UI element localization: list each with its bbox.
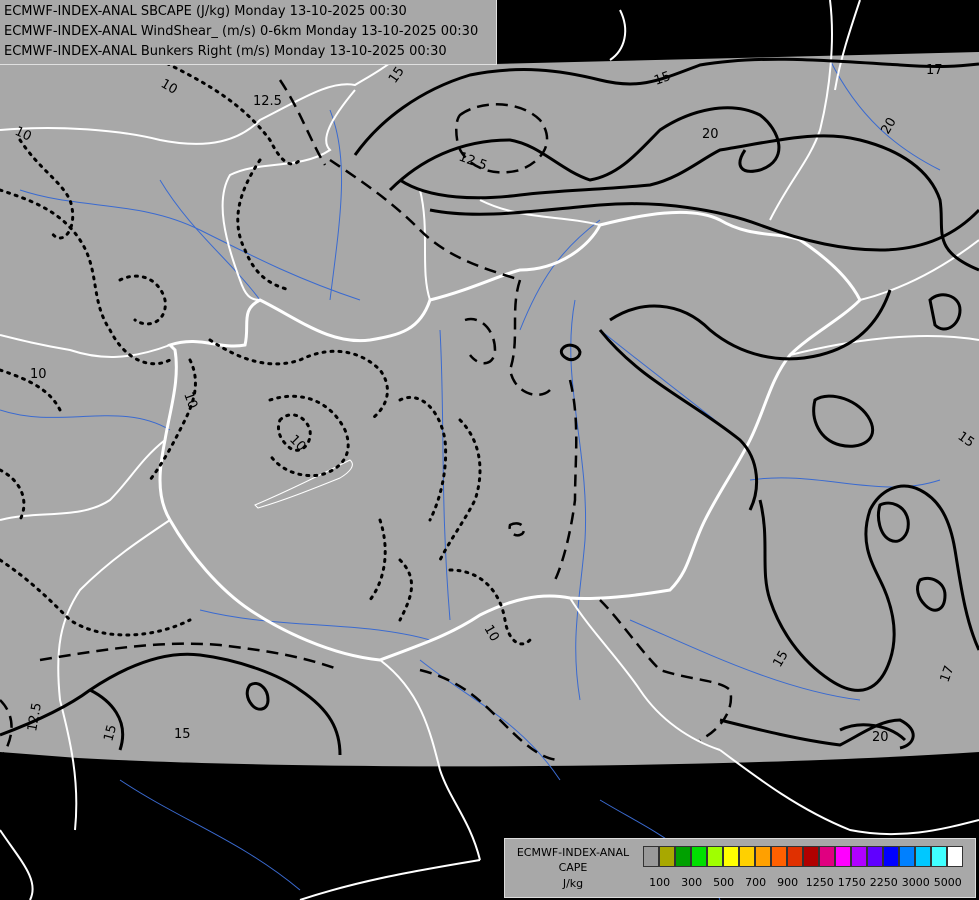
legend-tick-label: 5000 [933, 876, 962, 889]
legend-swatch [771, 846, 787, 867]
legend-tick-label: 100 [649, 876, 671, 889]
legend-source: ECMWF-INDEX-ANAL [516, 846, 630, 859]
contour-label: 12.5 [253, 94, 282, 109]
contour-label: 20 [702, 127, 719, 142]
weather-map: 15 15 17 20 20 12.5 12.5 10 10 10 10 10 … [0, 0, 979, 900]
legend-swatch [787, 846, 803, 867]
legend-tick-label: 300 [681, 876, 703, 889]
legend-tick-label: 1750 [837, 876, 866, 889]
contour-label: 10 [30, 367, 47, 382]
title-line-sbcape: ECMWF-INDEX-ANAL SBCAPE (J/kg) Monday 13… [4, 4, 407, 19]
legend-swatch [931, 846, 947, 867]
legend-swatch [659, 846, 675, 867]
legend-swatch [739, 846, 755, 867]
title-line-windshear: ECMWF-INDEX-ANAL WindShear_ (m/s) 0-6km … [4, 24, 479, 39]
legend-tick-label: 900 [777, 876, 799, 889]
legend-swatch [691, 846, 707, 867]
legend-swatch [819, 846, 835, 867]
contour-label: 17 [926, 63, 943, 78]
legend-swatch [899, 846, 915, 867]
legend-swatch [915, 846, 931, 867]
legend-swatch [723, 846, 739, 867]
legend-swatch [707, 846, 723, 867]
legend-swatch [675, 846, 691, 867]
data-coverage-area [0, 18, 979, 767]
legend-tick-label: 700 [745, 876, 767, 889]
legend-tick-label: 2250 [869, 876, 898, 889]
contour-label: 20 [872, 730, 889, 745]
contour-label: 15 [174, 727, 191, 742]
legend-swatch [883, 846, 899, 867]
cape-legend: ECMWF-INDEX-ANAL CAPE J/kg 100 300 500 700 9… [504, 838, 976, 898]
title-box: ECMWF-INDEX-ANAL SBCAPE (J/kg) Monday 13… [0, 0, 497, 65]
legend-variable: CAPE [558, 861, 588, 874]
legend-swatch [755, 846, 771, 867]
legend-tick-label: 3000 [901, 876, 930, 889]
legend-swatch [947, 846, 963, 867]
legend-swatch [803, 846, 819, 867]
legend-swatch [851, 846, 867, 867]
legend-swatch [835, 846, 851, 867]
legend-tick-label: 1250 [805, 876, 834, 889]
title-line-bunkers: ECMWF-INDEX-ANAL Bunkers Right (m/s) Mon… [4, 44, 447, 59]
legend-tick-label: 500 [713, 876, 735, 889]
legend-swatch [867, 846, 883, 867]
legend-unit: J/kg [562, 877, 584, 890]
legend-swatch [643, 846, 659, 867]
